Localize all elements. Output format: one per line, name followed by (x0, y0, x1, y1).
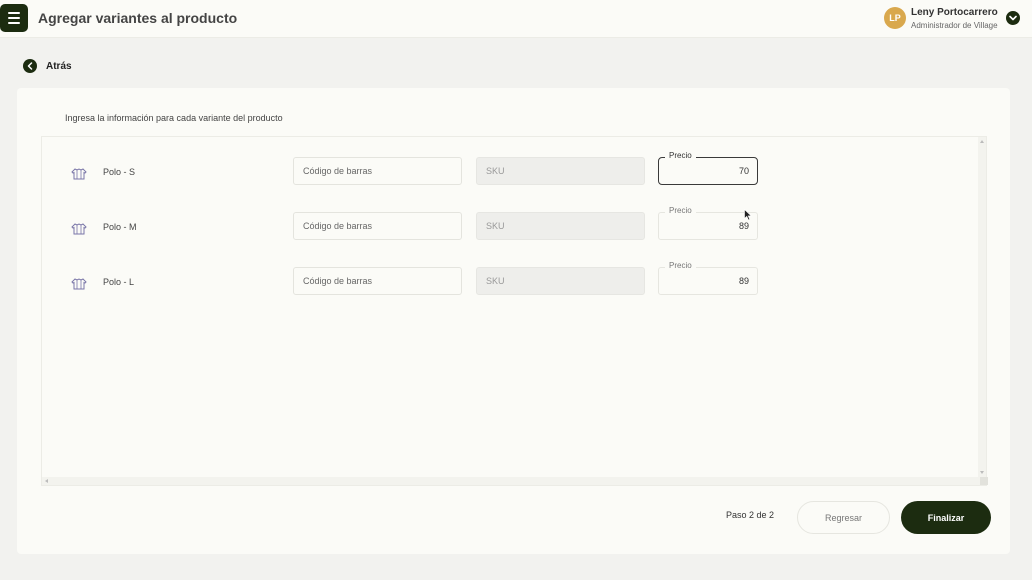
scroll-down-icon[interactable] (980, 471, 984, 474)
price-input[interactable] (658, 212, 758, 240)
scrollbar-corner (980, 477, 988, 485)
user-role: Administrador de Village (911, 21, 998, 30)
back-label: Atrás (46, 60, 72, 72)
sku-input (476, 157, 645, 185)
barcode-input[interactable] (293, 212, 462, 240)
barcode-input[interactable] (293, 267, 462, 295)
sku-input (476, 212, 645, 240)
form-instruction: Ingresa la información para cada variant… (65, 113, 283, 123)
top-header: Agregar variantes al producto LP Leny Po… (0, 0, 1032, 38)
horizontal-scrollbar[interactable] (42, 477, 988, 485)
sku-input (476, 267, 645, 295)
back-arrow-icon (23, 59, 37, 73)
variant-row: Polo - M Precio (42, 206, 972, 242)
price-field[interactable]: Precio (658, 151, 758, 185)
user-name: Leny Portocarrero (911, 7, 998, 18)
variant-row: Polo - S Precio (42, 151, 972, 187)
price-field[interactable]: Precio (658, 206, 758, 240)
back-link[interactable]: Atrás (23, 58, 72, 74)
clothing-icon (71, 168, 87, 180)
scroll-up-icon[interactable] (980, 140, 984, 143)
finish-button[interactable]: Finalizar (901, 501, 991, 534)
clothing-icon (71, 278, 87, 290)
mouse-cursor-icon (744, 209, 752, 221)
back-button[interactable]: Regresar (797, 501, 890, 534)
step-indicator: Paso 2 de 2 (726, 510, 775, 520)
chevron-down-icon (1009, 15, 1017, 21)
clothing-icon (71, 223, 87, 235)
variant-name: Polo - M (103, 222, 137, 232)
price-field[interactable]: Precio (658, 261, 758, 295)
scroll-left-icon[interactable] (45, 479, 48, 483)
price-label: Precio (665, 261, 696, 271)
price-input[interactable] (658, 267, 758, 295)
variant-name: Polo - L (103, 277, 135, 287)
hamburger-icon (8, 12, 20, 14)
page-title: Agregar variantes al producto (38, 10, 238, 26)
user-dropdown-button[interactable] (1006, 11, 1020, 25)
menu-button[interactable] (0, 4, 28, 32)
avatar: LP (884, 7, 906, 29)
variants-list: Polo - S Precio Polo - M Precio (41, 136, 988, 486)
price-input[interactable] (658, 157, 758, 185)
variant-row: Polo - L Precio (42, 261, 972, 297)
variant-name: Polo - S (103, 167, 136, 177)
price-label: Precio (665, 206, 696, 216)
price-label: Precio (665, 151, 696, 161)
barcode-input[interactable] (293, 157, 462, 185)
variants-card: Ingresa la información para cada variant… (17, 88, 1010, 554)
vertical-scrollbar[interactable] (978, 137, 986, 477)
user-menu[interactable]: LP Leny Portocarrero Administrador de Vi… (872, 4, 1032, 34)
